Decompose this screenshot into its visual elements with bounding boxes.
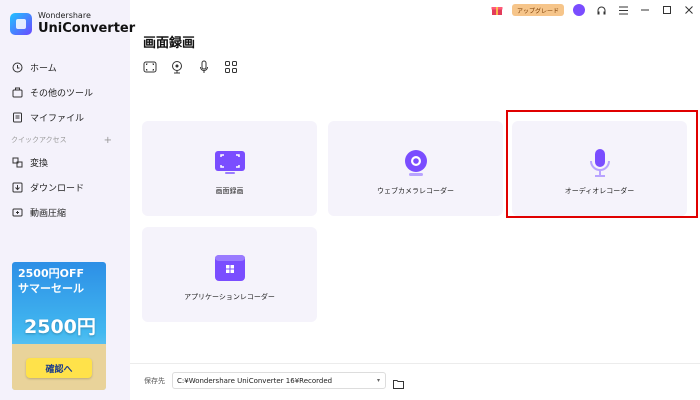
selection-highlight bbox=[506, 110, 698, 218]
webcam-tab-icon bbox=[170, 59, 184, 78]
tab-audio[interactable] bbox=[197, 60, 224, 76]
sidebar-item-my-files[interactable]: マイファイル bbox=[0, 105, 130, 130]
sidebar-item-label: ホーム bbox=[30, 64, 57, 74]
save-path-value: C:¥Wondershare UniConverter 16¥Recorded bbox=[177, 376, 333, 385]
promo-headline: 2500円OFF bbox=[18, 267, 84, 280]
download-icon bbox=[11, 182, 23, 194]
recorder-mode-tabs bbox=[143, 60, 251, 76]
avatar bbox=[573, 4, 585, 16]
sidebar-item-home[interactable]: ホーム bbox=[0, 55, 130, 80]
sidebar-item-label: 変換 bbox=[30, 159, 49, 169]
save-path-select[interactable]: C:¥Wondershare UniConverter 16¥Recorded … bbox=[172, 372, 386, 389]
webcam-recorder-card[interactable]: ウェブカメラレコーダー bbox=[328, 121, 503, 216]
promo-confirm-button[interactable]: 確認へ bbox=[26, 358, 92, 378]
close-icon[interactable] bbox=[678, 0, 700, 20]
logo-icon bbox=[10, 12, 32, 35]
webcam-icon bbox=[403, 149, 429, 181]
tab-apps[interactable] bbox=[224, 60, 251, 76]
sidebar-nav: ホーム その他のツール マイファイル クイックアクセス + 変換 ダウンロード … bbox=[0, 55, 130, 225]
audio-tab-icon bbox=[197, 59, 211, 78]
sidebar-item-compress[interactable]: 動画圧縮 bbox=[0, 200, 130, 225]
quick-access-label: クイックアクセス bbox=[11, 136, 67, 144]
maximize-icon[interactable] bbox=[656, 0, 678, 20]
compress-icon bbox=[11, 207, 23, 219]
card-label: 画面録画 bbox=[215, 187, 244, 195]
screen-recorder-card[interactable]: 画面録画 bbox=[142, 121, 317, 216]
minimize-icon[interactable] bbox=[634, 0, 656, 20]
sidebar-item-label: その他のツール bbox=[30, 89, 94, 99]
sidebar: Wondershare UniConverter ホーム その他のツール マイフ… bbox=[0, 0, 135, 400]
file-icon bbox=[11, 112, 23, 124]
app-logo: Wondershare UniConverter bbox=[10, 12, 135, 35]
menu-icon[interactable] bbox=[612, 0, 634, 20]
sidebar-item-download[interactable]: ダウンロード bbox=[0, 175, 130, 200]
add-quick-access-button[interactable]: + bbox=[104, 135, 112, 146]
sidebar-item-label: マイファイル bbox=[30, 114, 85, 124]
tab-screen-record[interactable] bbox=[143, 60, 170, 76]
account-button[interactable] bbox=[568, 0, 590, 20]
gift-icon[interactable] bbox=[486, 0, 508, 20]
upgrade-button[interactable]: アップグレード bbox=[511, 4, 564, 16]
tab-webcam[interactable] bbox=[170, 60, 197, 76]
sidebar-item-label: 動画圧縮 bbox=[30, 209, 67, 219]
home-icon bbox=[11, 62, 23, 74]
screen-record-icon bbox=[214, 149, 245, 179]
folder-icon bbox=[393, 374, 404, 393]
promo-subline: サマーセール bbox=[18, 282, 84, 295]
sidebar-item-other-tools[interactable]: その他のツール bbox=[0, 80, 130, 105]
sidebar-item-label: ダウンロード bbox=[30, 184, 85, 194]
product-name: UniConverter bbox=[38, 21, 136, 36]
app-recorder-card[interactable]: アプリケーションレコーダー bbox=[142, 227, 317, 322]
open-folder-button[interactable] bbox=[393, 374, 404, 389]
save-location-label: 保存先 bbox=[144, 377, 165, 385]
headset-icon[interactable] bbox=[590, 0, 612, 20]
page-title: 画面録画 bbox=[143, 36, 196, 51]
quick-access-header: クイックアクセス + bbox=[0, 130, 130, 150]
sidebar-item-convert[interactable]: 変換 bbox=[0, 150, 130, 175]
apps-tab-icon bbox=[224, 59, 238, 78]
bottom-divider bbox=[130, 363, 700, 364]
titlebar: アップグレード bbox=[486, 0, 700, 20]
brand-name: Wondershare bbox=[38, 11, 91, 20]
promo-banner[interactable]: 2500円OFF サマーセール 2500円 確認へ bbox=[12, 262, 106, 390]
toolbox-icon bbox=[11, 87, 23, 99]
card-label: ウェブカメラレコーダー bbox=[377, 187, 454, 195]
app-window-icon bbox=[214, 255, 245, 285]
convert-icon bbox=[11, 157, 23, 169]
screen-record-tab-icon bbox=[143, 59, 157, 78]
card-label: アプリケーションレコーダー bbox=[184, 293, 275, 301]
chevron-down-icon: ▾ bbox=[376, 377, 380, 384]
promo-price-badge: 2500円 bbox=[24, 316, 96, 338]
